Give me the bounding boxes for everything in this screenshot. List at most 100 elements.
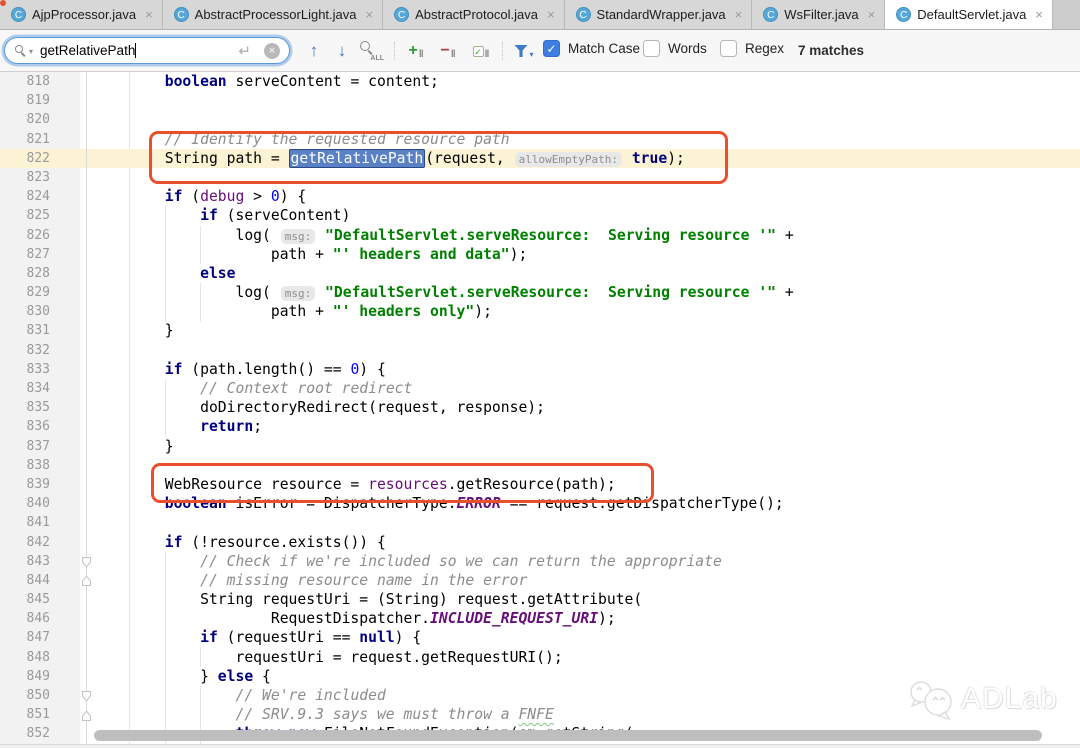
fold-start-icon[interactable] (81, 689, 92, 701)
line-number[interactable]: 849 (0, 667, 80, 686)
add-occurrence-button[interactable]: +Ⅱ (402, 39, 430, 63)
line-number[interactable]: 851 (0, 705, 80, 724)
line-number[interactable]: 838 (0, 456, 80, 475)
code-line[interactable]: 835 doDirectoryRedirect(request, respons… (0, 398, 1080, 417)
tab-abstractprocessorlight-java[interactable]: CAbstractProcessorLight.java× (163, 0, 383, 29)
code-line[interactable]: 831 } (0, 321, 1080, 340)
select-all-occurrences-button[interactable]: ✓Ⅱ (466, 39, 496, 63)
code-line[interactable]: 825 if (serveContent) (0, 206, 1080, 225)
line-number[interactable]: 831 (0, 321, 80, 340)
horizontal-scrollbar[interactable] (94, 730, 1042, 741)
fold-start-icon[interactable] (81, 555, 92, 567)
code-line[interactable]: 820 (0, 110, 1080, 129)
line-number[interactable]: 829 (0, 283, 80, 302)
tab-close-icon[interactable]: × (735, 7, 743, 22)
line-number[interactable]: 842 (0, 533, 80, 552)
checkbox-icon[interactable]: ✓ (543, 40, 560, 57)
code-line[interactable]: 824 if (debug > 0) { (0, 187, 1080, 206)
line-number[interactable]: 826 (0, 226, 80, 245)
checkbox-icon[interactable] (720, 40, 737, 57)
line-number[interactable]: 819 (0, 91, 80, 110)
line-number[interactable]: 820 (0, 110, 80, 129)
line-number[interactable]: 836 (0, 417, 80, 436)
line-number[interactable]: 828 (0, 264, 80, 283)
code-line[interactable]: 827 path + "' headers and data"); (0, 245, 1080, 264)
code-line[interactable]: 842 if (!resource.exists()) { (0, 533, 1080, 552)
search-scope-caret-icon[interactable]: ▾ (29, 47, 33, 56)
code-line[interactable]: 844 // missing resource name in the erro… (0, 571, 1080, 590)
line-number[interactable]: 827 (0, 245, 80, 264)
fold-end-icon[interactable] (81, 709, 92, 721)
line-number[interactable]: 837 (0, 437, 80, 456)
line-number[interactable]: 833 (0, 360, 80, 379)
code-line[interactable]: 847 if (requestUri == null) { (0, 628, 1080, 647)
next-match-button[interactable]: ↓ (330, 39, 354, 63)
code-line[interactable]: 834 // Context root redirect (0, 379, 1080, 398)
tab-label: StandardWrapper.java (597, 7, 726, 22)
code-line[interactable]: 830 path + "' headers only"); (0, 302, 1080, 321)
words-checkbox[interactable]: Words (643, 40, 707, 57)
line-number[interactable]: 848 (0, 648, 80, 667)
tab-defaultservlet-java[interactable]: CDefaultServlet.java× (885, 0, 1053, 29)
code-line[interactable]: 848 requestUri = request.getRequestURI()… (0, 648, 1080, 667)
tab-close-icon[interactable]: × (1035, 7, 1043, 22)
fold-end-icon[interactable] (81, 574, 92, 586)
tab-ajpprocessor-java[interactable]: CAjpProcessor.java× (0, 0, 163, 29)
match-case-checkbox[interactable]: ✓Match Case (543, 40, 640, 57)
previous-match-button[interactable]: ↑ (302, 39, 326, 63)
code-line[interactable]: 843 // Check if we're included so we can… (0, 552, 1080, 571)
tab-close-icon[interactable]: × (868, 7, 876, 22)
code-line[interactable]: 846 RequestDispatcher.INCLUDE_REQUEST_UR… (0, 609, 1080, 628)
code-line[interactable]: 845 String requestUri = (String) request… (0, 590, 1080, 609)
tab-abstractprotocol-java[interactable]: CAbstractProtocol.java× (383, 0, 564, 29)
code-text: RequestDispatcher.INCLUDE_REQUEST_URI); (80, 609, 1080, 628)
line-number[interactable]: 824 (0, 187, 80, 206)
line-number[interactable]: 834 (0, 379, 80, 398)
search-icon[interactable] (15, 45, 27, 57)
filter-button[interactable]: ▾ (510, 39, 538, 63)
line-number[interactable]: 821 (0, 130, 80, 149)
line-number[interactable]: 841 (0, 513, 80, 532)
line-number[interactable]: 840 (0, 494, 80, 513)
find-all-button[interactable]: ALL (358, 39, 384, 63)
code-text: String requestUri = (String) request.get… (80, 590, 1080, 609)
code-line[interactable]: 833 if (path.length() == 0) { (0, 360, 1080, 379)
tab-wsfilter-java[interactable]: CWsFilter.java× (752, 0, 885, 29)
code-line[interactable]: 832 (0, 341, 1080, 360)
code-line[interactable]: 818 boolean serveContent = content; (0, 72, 1080, 91)
line-number[interactable]: 850 (0, 686, 80, 705)
tab-close-icon[interactable]: × (145, 7, 153, 22)
remove-occurrence-button[interactable]: −Ⅱ (434, 39, 462, 63)
line-number[interactable]: 839 (0, 475, 80, 494)
line-number[interactable]: 825 (0, 206, 80, 225)
tab-close-icon[interactable]: × (366, 7, 374, 22)
line-number[interactable]: 835 (0, 398, 80, 417)
code-line[interactable]: 828 else (0, 264, 1080, 283)
line-number[interactable]: 818 (0, 72, 80, 91)
line-number[interactable]: 846 (0, 609, 80, 628)
code-line[interactable]: 829 log( msg: "DefaultServlet.serveResou… (0, 283, 1080, 302)
regex-checkbox[interactable]: Regex (720, 40, 784, 57)
toolbar-separator (394, 42, 396, 60)
window-bottom-strip (0, 744, 1080, 748)
line-number[interactable]: 822 (0, 149, 80, 168)
search-input[interactable]: ▾ getRelativePath ↵ × (4, 37, 290, 64)
line-number[interactable]: 852 (0, 724, 80, 743)
clear-search-button[interactable]: × (264, 43, 280, 59)
tab-close-icon[interactable]: × (547, 7, 555, 22)
code-line[interactable]: 841 (0, 513, 1080, 532)
tab-standardwrapper-java[interactable]: CStandardWrapper.java× (565, 0, 753, 29)
code-line[interactable]: 819 (0, 91, 1080, 110)
checkbox-icon[interactable] (643, 40, 660, 57)
line-number[interactable]: 845 (0, 590, 80, 609)
line-number[interactable]: 843 (0, 552, 80, 571)
line-number[interactable]: 847 (0, 628, 80, 647)
line-number[interactable]: 832 (0, 341, 80, 360)
line-number[interactable]: 844 (0, 571, 80, 590)
code-line[interactable]: 837 } (0, 437, 1080, 456)
code-line[interactable]: 826 log( msg: "DefaultServlet.serveResou… (0, 226, 1080, 245)
line-number[interactable]: 830 (0, 302, 80, 321)
code-line[interactable]: 836 return; (0, 417, 1080, 436)
gutter-separator (86, 72, 87, 748)
line-number[interactable]: 823 (0, 168, 80, 187)
